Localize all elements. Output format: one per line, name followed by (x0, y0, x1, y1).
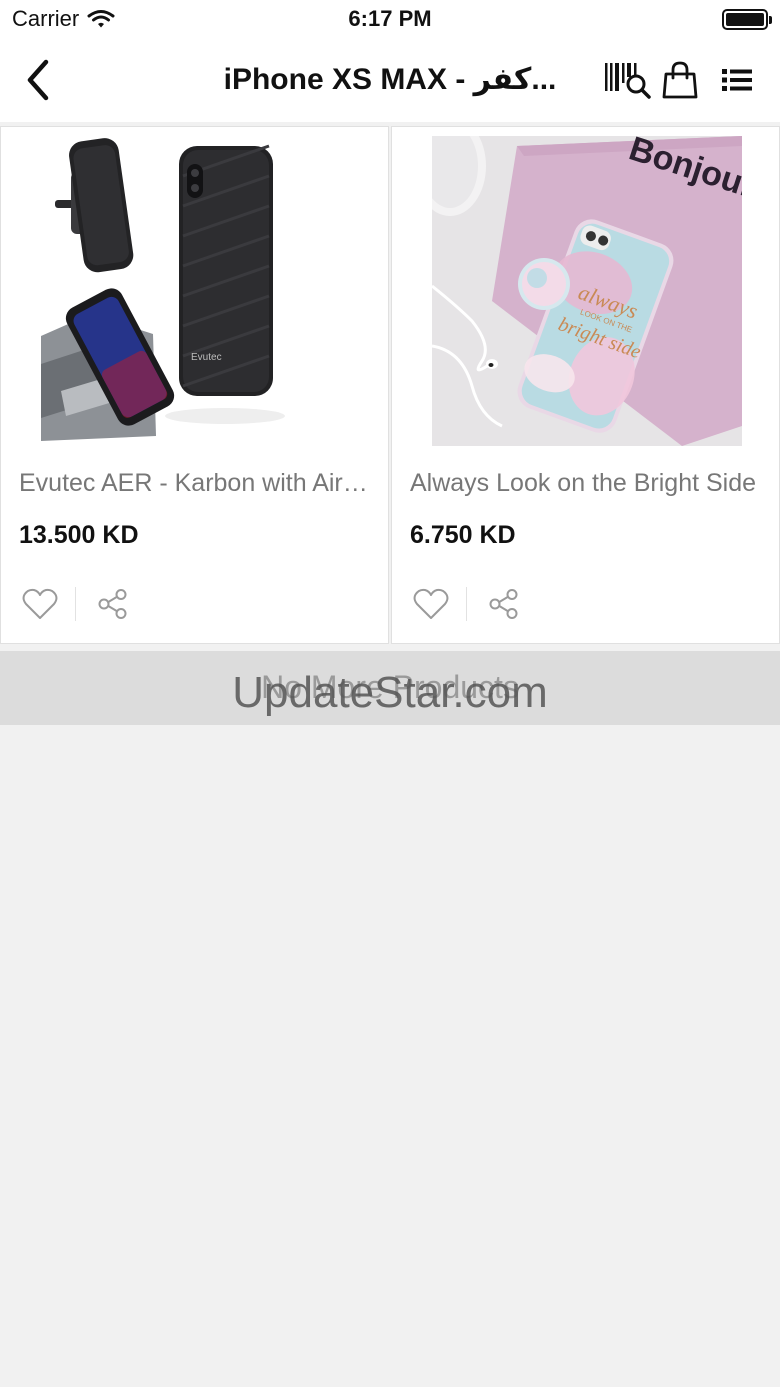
back-button[interactable] (16, 56, 60, 104)
page-title: iPhone XS MAX - كفر... (223, 63, 557, 96)
product-image-brand: Evutec (191, 352, 222, 363)
heart-icon (22, 588, 58, 619)
product-card[interactable]: Evutec Evutec AER - Karbon with Air Vent… (0, 126, 389, 644)
shopping-bag-icon (662, 61, 698, 99)
share-button[interactable] (92, 585, 134, 623)
product-card[interactable]: Bonjour always LOOK ON THE bright side A… (391, 126, 780, 644)
product-actions (410, 585, 525, 623)
list-menu-button[interactable] (712, 56, 762, 104)
action-divider (466, 587, 467, 621)
status-time: 6:17 PM (348, 6, 432, 31)
product-image[interactable]: Bonjour always LOOK ON THE bright side (432, 136, 742, 446)
status-bar: Carrier 6:17 PM (0, 0, 780, 40)
product-actions (19, 585, 134, 623)
product-image[interactable]: Evutec (41, 136, 351, 446)
battery-icon (722, 9, 772, 30)
product-price: 13.500 KD (19, 521, 139, 549)
product-grid: Evutec Evutec AER - Karbon with Air Vent… (0, 126, 780, 644)
barcode-search-icon (605, 63, 651, 99)
watermark: UpdateStar.com (232, 668, 548, 717)
list-menu-icon (722, 69, 752, 91)
product-name[interactable]: Always Look on the Bright Side (410, 469, 765, 498)
share-icon (98, 589, 127, 619)
share-button[interactable] (483, 585, 525, 623)
share-icon (489, 589, 518, 619)
favorite-button[interactable] (19, 585, 61, 623)
barcode-search-button[interactable] (602, 56, 652, 104)
heart-icon (413, 588, 449, 619)
product-price: 6.750 KD (410, 521, 516, 549)
navigation-bar: iPhone XS MAX - كفر... (0, 40, 780, 122)
action-divider (75, 587, 76, 621)
shopping-bag-button[interactable] (655, 56, 705, 104)
product-name[interactable]: Evutec AER - Karbon with Air Vent Mount (19, 469, 374, 498)
chevron-left-icon (27, 59, 49, 101)
favorite-button[interactable] (410, 585, 452, 623)
